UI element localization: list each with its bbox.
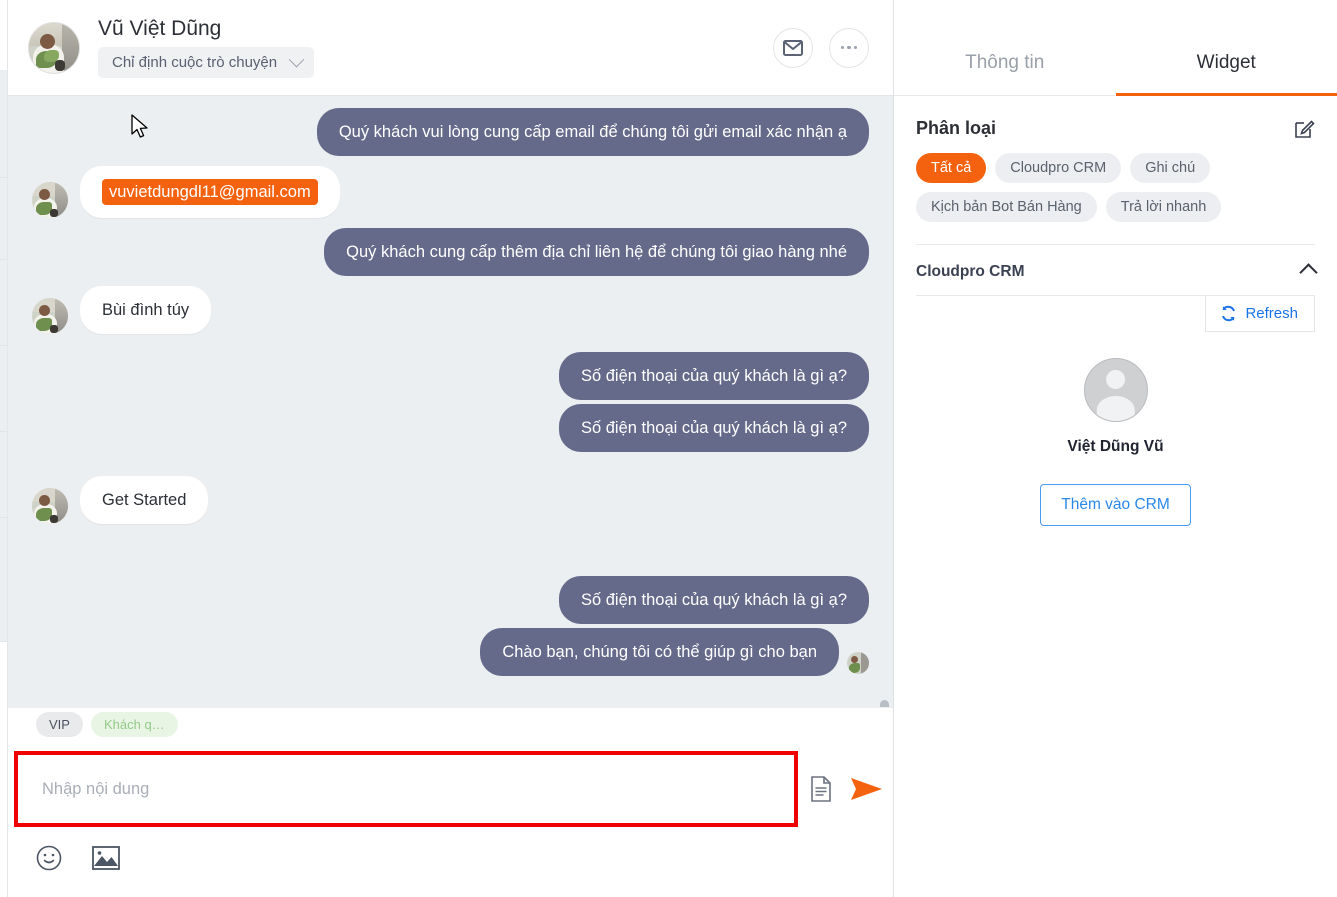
message-row: Số điện thoại của quý khách là gì ạ? bbox=[32, 576, 869, 624]
message-row: Chào bạn, chúng tôi có thể giúp gì cho b… bbox=[32, 628, 869, 676]
message-bubble-incoming: Get Started bbox=[80, 476, 209, 524]
conversation-list-item[interactable] bbox=[0, 70, 7, 178]
section-title: Phân loại bbox=[916, 118, 997, 138]
user-placeholder-icon bbox=[1083, 358, 1148, 422]
chat-application: Vũ Việt Dũng Chỉ định cuộc trò chuyện Qu… bbox=[0, 0, 1337, 897]
conversation-list-item[interactable] bbox=[0, 432, 7, 518]
refresh-button[interactable]: Refresh bbox=[1205, 296, 1315, 332]
refresh-icon bbox=[1222, 305, 1236, 322]
header-text: Vũ Việt Dũng Chỉ định cuộc trò chuyện bbox=[98, 17, 315, 78]
crm-title: Cloudpro CRM bbox=[916, 263, 1025, 280]
message-bubble-outgoing: Số điện thoại của quý khách là gì ạ? bbox=[558, 576, 869, 624]
message-bubble-outgoing: Số điện thoại của quý khách là gì ạ? bbox=[558, 352, 869, 400]
message-bubble-outgoing: Quý khách cung cấp thêm địa chỉ liên hệ … bbox=[324, 228, 869, 276]
message-scrollbar[interactable] bbox=[880, 108, 889, 707]
read-receipt-avatar bbox=[847, 652, 869, 674]
assign-conversation-select[interactable]: Chỉ định cuộc trò chuyện bbox=[98, 47, 315, 78]
avatar bbox=[32, 488, 68, 524]
envelope-icon bbox=[783, 39, 803, 56]
composer-actions bbox=[798, 751, 884, 827]
more-options-button[interactable] bbox=[829, 27, 869, 68]
crm-contact-name: Việt Dũng Vũ bbox=[1067, 438, 1164, 455]
avatar bbox=[28, 21, 80, 74]
conversation-list-item[interactable] bbox=[0, 518, 7, 642]
message-row: Bùi đình túy bbox=[32, 286, 869, 334]
assign-conversation-label: Chỉ định cuộc trò chuyện bbox=[112, 54, 278, 71]
avatar bbox=[32, 182, 68, 218]
more-horizontal-icon bbox=[840, 45, 858, 50]
scrollbar-thumb[interactable] bbox=[880, 700, 889, 707]
crm-section-header: Cloudpro CRM bbox=[916, 245, 1318, 295]
emoji-icon[interactable] bbox=[36, 845, 62, 871]
chevron-down-icon bbox=[288, 51, 305, 68]
tag-guest[interactable]: Khách q… bbox=[90, 712, 178, 737]
conversation-list-item[interactable] bbox=[0, 178, 7, 260]
crm-refresh-bar: Refresh bbox=[916, 295, 1315, 332]
message-composer bbox=[8, 745, 893, 897]
message-bubble-outgoing: Số điện thoại của quý khách là gì ạ? bbox=[558, 404, 869, 452]
conversation-list-item[interactable] bbox=[0, 260, 7, 346]
tab-widget[interactable]: Widget bbox=[1115, 0, 1337, 96]
composer-tools bbox=[36, 845, 120, 871]
classification-section-header: Phân loại bbox=[916, 96, 1315, 153]
message-row: Số điện thoại của quý khách là gì ạ? bbox=[32, 404, 869, 452]
page-title: Vũ Việt Dũng bbox=[98, 17, 222, 40]
message-row: vuvietdungdl11@gmail.com bbox=[32, 166, 869, 218]
email-highlight[interactable]: vuvietdungdl11@gmail.com bbox=[102, 179, 318, 205]
message-list[interactable]: Quý khách vui lòng cung cấp email để chú… bbox=[8, 96, 893, 707]
right-panel: Thông tin Widget Phân loại Tất cả Cloudp… bbox=[894, 0, 1337, 897]
chip-kich-ban-bot-ban-hang[interactable]: Kịch bản Bot Bán Hàng bbox=[916, 192, 1097, 222]
chevron-up-icon[interactable] bbox=[1299, 262, 1318, 282]
crm-contact-card: Việt Dũng Vũ Thêm vào CRM bbox=[916, 332, 1315, 526]
chat-header: Vũ Việt Dũng Chỉ định cuộc trò chuyện bbox=[8, 0, 893, 96]
message-bubble-incoming: vuvietdungdl11@gmail.com bbox=[80, 166, 340, 218]
tag-vip[interactable]: VIP bbox=[36, 712, 83, 737]
header-actions bbox=[773, 27, 869, 68]
edit-pencil-icon[interactable] bbox=[1294, 118, 1315, 139]
message-bubble-outgoing: Quý khách vui lòng cung cấp email để chú… bbox=[316, 108, 869, 156]
chip-cloudpro-crm[interactable]: Cloudpro CRM bbox=[995, 153, 1122, 183]
chat-column: Vũ Việt Dũng Chỉ định cuộc trò chuyện Qu… bbox=[8, 0, 894, 897]
panel-body: Phân loại Tất cả Cloudpro CRM Ghi chú Kị… bbox=[894, 96, 1337, 897]
chip-tra-loi-nhanh[interactable]: Trả lời nhanh bbox=[1105, 192, 1222, 222]
refresh-label: Refresh bbox=[1245, 305, 1298, 322]
message-row: Get Started bbox=[32, 476, 869, 524]
chip-ghi-chu[interactable]: Ghi chú bbox=[1130, 153, 1211, 183]
panel-tabs: Thông tin Widget bbox=[894, 0, 1337, 96]
message-row: Số điện thoại của quý khách là gì ạ? bbox=[32, 352, 869, 400]
classification-chips: Tất cả Cloudpro CRM Ghi chú Kịch bản Bot… bbox=[916, 153, 1315, 244]
message-input[interactable] bbox=[40, 778, 772, 800]
email-button[interactable] bbox=[773, 27, 813, 68]
customer-tags: VIP Khách q… bbox=[8, 707, 893, 745]
tab-thong-tin[interactable]: Thông tin bbox=[894, 0, 1116, 95]
document-icon[interactable] bbox=[810, 776, 832, 802]
message-bubble-outgoing: Chào bạn, chúng tôi có thể giúp gì cho b… bbox=[480, 628, 839, 676]
composer-input-highlight[interactable] bbox=[14, 751, 798, 827]
conversation-list-item[interactable] bbox=[0, 346, 7, 432]
conversation-list-edge[interactable] bbox=[0, 0, 8, 897]
add-to-crm-button[interactable]: Thêm vào CRM bbox=[1040, 484, 1191, 526]
message-row: Quý khách cung cấp thêm địa chỉ liên hệ … bbox=[32, 228, 869, 276]
message-row: Quý khách vui lòng cung cấp email để chú… bbox=[32, 108, 869, 156]
image-icon[interactable] bbox=[92, 846, 120, 870]
message-bubble-incoming: Bùi đình túy bbox=[80, 286, 212, 334]
avatar bbox=[32, 298, 68, 334]
send-icon[interactable] bbox=[850, 776, 884, 802]
chip-tat-ca[interactable]: Tất cả bbox=[916, 153, 987, 183]
